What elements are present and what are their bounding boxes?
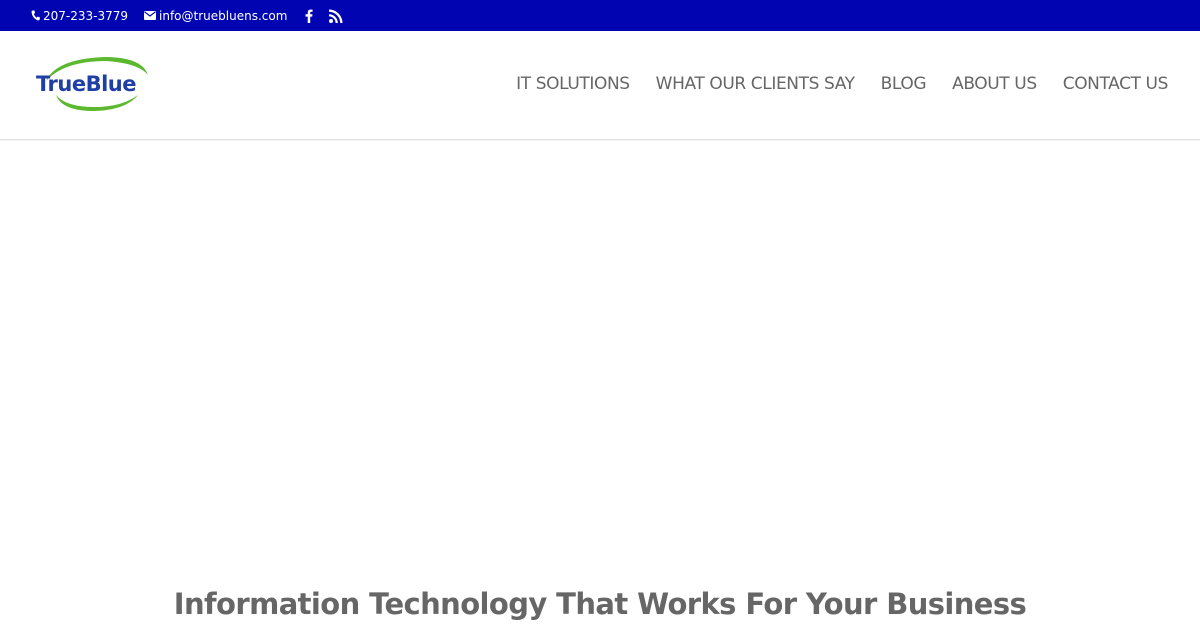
rss-icon[interactable] <box>329 9 343 23</box>
top-bar: 207-233-3779 info@truebluens.com <box>0 0 1200 31</box>
logo-text: TrueBlue <box>36 72 136 96</box>
nav-it-solutions[interactable]: IT SOLUTIONS <box>516 74 630 94</box>
envelope-icon <box>144 11 157 20</box>
facebook-icon[interactable] <box>305 9 313 23</box>
email-contact[interactable]: info@truebluens.com <box>144 9 287 23</box>
nav-contact-us[interactable]: CONTACT US <box>1063 74 1169 94</box>
main-nav: IT SOLUTIONS WHAT OUR CLIENTS SAY BLOG A… <box>490 74 1168 94</box>
phone-contact[interactable]: 207-233-3779 <box>31 9 128 23</box>
phone-number: 207-233-3779 <box>43 8 129 23</box>
logo[interactable]: TrueBlue <box>34 55 152 115</box>
phone-icon <box>31 10 40 21</box>
nav-blog[interactable]: BLOG <box>881 74 927 94</box>
nav-what-our-clients-say[interactable]: WHAT OUR CLIENTS SAY <box>656 74 855 94</box>
email-address: info@truebluens.com <box>159 8 288 23</box>
hero-title: Information Technology That Works For Yo… <box>173 587 1027 621</box>
nav-about-us[interactable]: ABOUT US <box>952 74 1037 94</box>
hero-section: Information Technology That Works For Yo… <box>0 141 1200 634</box>
site-header: TrueBlue IT SOLUTIONS WHAT OUR CLIENTS S… <box>0 31 1200 140</box>
